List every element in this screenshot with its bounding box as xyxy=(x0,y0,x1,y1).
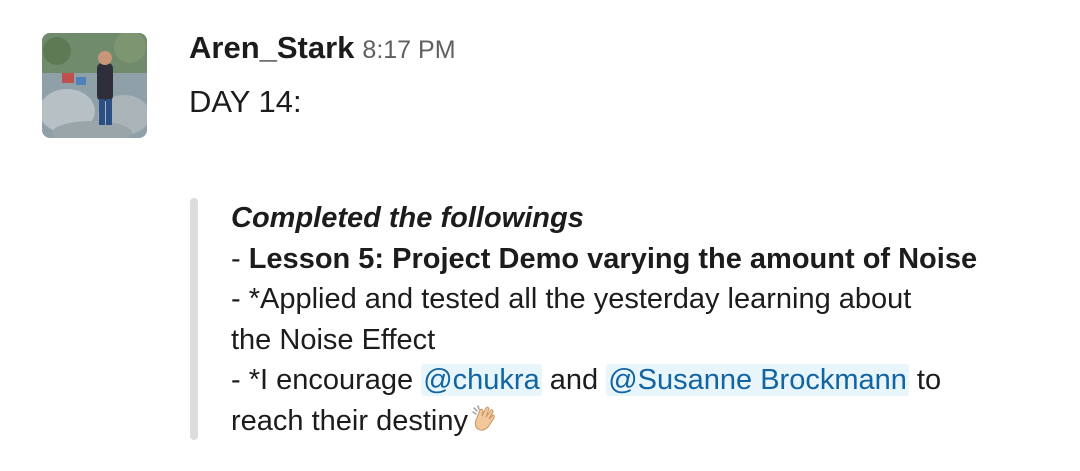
author-name[interactable]: Aren_Stark xyxy=(189,30,354,65)
blockquote-bar xyxy=(190,198,198,440)
lesson-title: Lesson 5: Project Demo varying the amoun… xyxy=(248,242,978,275)
mention-susanne-brockmann[interactable]: @Susanne Brockmann xyxy=(606,364,909,396)
timestamp[interactable]: 8:17 PM xyxy=(362,36,455,64)
line-text: - *I encourage xyxy=(231,364,422,396)
line-text: reach their destiny xyxy=(231,404,468,437)
line-text: and xyxy=(541,364,607,396)
avatar[interactable] xyxy=(42,33,147,138)
quote-line-4: - *I encourage @chukra and @Susanne Broc… xyxy=(231,360,1061,401)
avatar-photo xyxy=(42,33,147,138)
quote-line-1: - Lesson 5: Project Demo varying the amo… xyxy=(231,239,1061,280)
blockquote: Completed the followings - Lesson 5: Pro… xyxy=(231,198,1061,441)
chat-message: Aren_Stark 8:17 PM DAY 14: Completed the … xyxy=(0,0,1080,471)
quote-line-2: - *Applied and tested all the yesterday … xyxy=(231,283,912,315)
list-dash: - xyxy=(231,242,249,275)
clapping-hands-icon[interactable] xyxy=(470,404,500,434)
quote-line-5: reach their destiny xyxy=(231,401,1061,442)
message-text: DAY 14: xyxy=(189,84,302,119)
quote-heading: Completed the followings xyxy=(231,202,584,234)
line-text: to xyxy=(908,364,942,396)
mention-chukra[interactable]: @chukra xyxy=(421,364,542,396)
message-header: Aren_Stark 8:17 PM xyxy=(189,30,456,66)
quote-line-3: the Noise Effect xyxy=(231,323,436,356)
